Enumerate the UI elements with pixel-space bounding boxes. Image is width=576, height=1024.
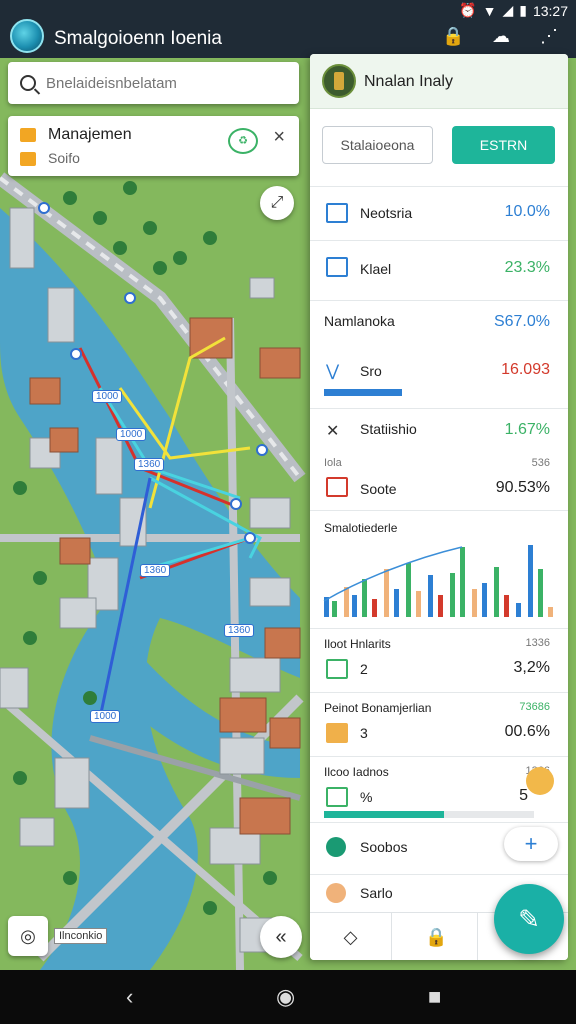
search-input[interactable] [46, 74, 286, 92]
stat-row[interactable]: Namlanoka S67.0% ⋁ Sro 16.093 [310, 300, 568, 406]
management-card[interactable]: Manajemen Soifo ♻ × [8, 116, 299, 176]
lock-icon[interactable]: 🔒 [396, 913, 478, 960]
progress-track [444, 811, 534, 818]
stat-row[interactable]: Neotsria 10.0% [310, 186, 568, 238]
map-label[interactable]: 1360 [140, 564, 171, 577]
primary-button[interactable]: ESTRN [452, 126, 555, 164]
folder-icon [326, 723, 348, 743]
management-title: Manajemen [48, 126, 132, 143]
stat-row[interactable]: ✕ Statiishio 1.67% Iola 536 Soote 90.53% [310, 408, 568, 508]
app-logo [10, 19, 44, 53]
list-item[interactable]: Soobos + [310, 822, 568, 872]
edit-fab-button[interactable]: ✎ [494, 884, 564, 954]
map-label[interactable]: 1000 [92, 390, 123, 403]
home-icon[interactable]: ◇ [310, 913, 392, 960]
add-button[interactable]: + [504, 827, 558, 861]
back-icon[interactable]: ‹ [126, 984, 133, 1010]
coin-icon [526, 767, 554, 795]
stats-panel: Nnalan Inaly Stalaioeona ESTRN Neotsria … [310, 54, 568, 960]
trend-icon: ⋁ [326, 363, 340, 380]
system-nav-bar: ‹ ◉ ■ [0, 970, 576, 1024]
management-subtitle: Soifo [48, 150, 80, 166]
cart-icon [326, 787, 348, 807]
search-icon [20, 75, 36, 91]
recycle-icon: ♻ [228, 128, 258, 154]
location-button[interactable]: ◎ [8, 916, 48, 956]
category-icon [20, 152, 36, 166]
collapse-button[interactable]: « [260, 916, 302, 958]
status-time: 13:27 [532, 2, 568, 19]
compass-button[interactable]: ⤢ [260, 186, 294, 220]
document-icon [326, 257, 348, 277]
recents-icon[interactable]: ■ [428, 984, 441, 1010]
map-label[interactable]: 1000 [116, 428, 147, 441]
progress-bar [324, 389, 402, 396]
avatar [322, 64, 356, 98]
signal-icon: ◢ [502, 2, 514, 18]
map-label[interactable]: 1000 [90, 710, 121, 723]
map-label[interactable]: 1360 [224, 624, 255, 637]
category-icon [20, 128, 36, 142]
stat-row[interactable]: Klael 23.3% [310, 240, 568, 296]
close-icon[interactable]: × [273, 126, 285, 149]
cloud-icon[interactable]: ☁ [490, 26, 512, 47]
status-dot-icon [326, 837, 346, 857]
home-button-icon[interactable]: ◉ [276, 984, 295, 1010]
map-caption: Ilnconkio [54, 928, 108, 944]
secondary-button[interactable]: Stalaioeona [322, 126, 433, 164]
search-bar[interactable] [8, 62, 299, 104]
book-icon [326, 203, 348, 223]
panel-title: Nnalan Inaly [364, 73, 453, 90]
battery-icon: ▮ [519, 2, 527, 18]
alarm-icon: ⏰ [459, 2, 477, 18]
wifi-icon: ▼ [482, 2, 497, 19]
mini-bar-chart [323, 545, 553, 617]
chart-icon [326, 659, 348, 679]
app-bar: Smalgoioenn Ioenia ⏰ ▼ ◢ ▮ 13:27 🔒 ☁ ⋰ [0, 0, 576, 58]
profile-icon [326, 883, 346, 903]
stat-row[interactable]: Peinot Bonamjerlian 73686 3 00.6% [310, 692, 568, 754]
stat-row[interactable]: Iloot Hnlarits 1336 2 3,2% [310, 628, 568, 690]
panel-header: Nnalan Inaly [310, 54, 568, 109]
chart-section: Smalotiederle [310, 510, 568, 622]
share-icon[interactable]: ⋰ [538, 26, 560, 47]
tools-icon: ✕ [326, 423, 340, 440]
map-label[interactable]: 1360 [134, 458, 165, 471]
stat-row[interactable]: Ilcoo Iadnos 1366 % 5 [310, 756, 568, 818]
lock-icon[interactable]: 🔒 [442, 26, 464, 47]
calendar-icon [326, 477, 348, 497]
progress-bar [324, 811, 444, 818]
status-bar: ⏰ ▼ ◢ ▮ 13:27 [459, 2, 568, 19]
app-title: Smalgoioenn Ioenia [54, 28, 222, 49]
